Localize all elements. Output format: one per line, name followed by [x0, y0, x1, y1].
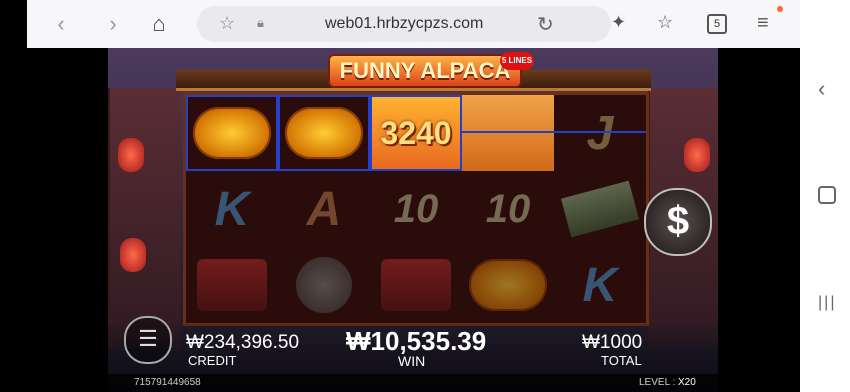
total-value: ₩1000 [582, 332, 643, 353]
spin-button[interactable]: $ [644, 188, 712, 256]
tab-count: 5 [713, 18, 721, 30]
left-lantern [118, 138, 144, 172]
left-lantern-2 [120, 238, 146, 272]
credit-value: ₩234,396.50 [186, 332, 300, 353]
star-icon[interactable]: ☆ [219, 13, 235, 34]
symbol-10: 10 [370, 171, 462, 247]
firecracker-icon [381, 259, 451, 311]
system-home-icon[interactable] [818, 186, 836, 204]
win-highlight-1 [186, 95, 278, 171]
lantern-icon [469, 259, 547, 311]
notification-dot [777, 6, 783, 12]
browser-toolbar: ‹ › ⌂ ☆ 🔒︎ web01.hrbzycpzs.com ↻ ✦ ☆ 5 ≡ [27, 0, 800, 48]
home-icon[interactable]: ⌂ [147, 12, 171, 36]
firecracker-icon [197, 259, 267, 311]
reel-5: J K [554, 95, 646, 323]
sparkle-icon[interactable]: ✦ [611, 12, 626, 33]
symbol-k: K [186, 171, 278, 247]
alpaca-silhouette-icon [462, 95, 554, 171]
tabs-button[interactable]: 5 [707, 14, 727, 34]
reel-4: 10 [462, 95, 554, 323]
symbol-a-label: A [306, 182, 342, 236]
round-id: 715791449658 [134, 377, 201, 388]
win-highlight-2 [278, 95, 370, 171]
footer-bar: 715791449658 LEVEL : X20 [108, 374, 718, 392]
symbol-lantern [462, 247, 554, 323]
symbol-a: A [278, 171, 370, 247]
bookmarks-icon[interactable]: ☆ [657, 12, 673, 33]
left-building [108, 88, 180, 348]
symbol-pagoda [462, 95, 554, 171]
symbol-j: J [554, 95, 646, 171]
level-value: X20 [678, 377, 696, 388]
total-label: TOTAL [601, 353, 642, 368]
system-recents-icon[interactable]: ||| [818, 294, 836, 312]
level-label: LEVEL : [639, 377, 676, 388]
lock-icon: 🔒︎ [257, 15, 264, 30]
payline [462, 131, 646, 133]
symbol-10-label: 10 [393, 186, 439, 231]
symbol-10-label: 10 [485, 186, 531, 231]
forward-icon[interactable]: › [101, 12, 125, 36]
symbol-gong [278, 247, 370, 323]
symbol-k: K [554, 247, 646, 323]
gong-icon [296, 257, 352, 313]
slot-game: FUNNY ALPACA 5 LINES K A 3240 10 10 J K … [108, 48, 718, 392]
win-label: WIN [398, 353, 426, 369]
reload-icon[interactable]: ↻ [537, 12, 554, 37]
credit-label: CREDIT [188, 353, 237, 368]
system-nav-bar: ‹ ||| [800, 0, 850, 392]
lines-badge: 5 LINES [500, 52, 534, 70]
right-lantern [684, 138, 710, 172]
menu-icon[interactable]: ≡ [757, 12, 769, 35]
reel-grid: K A 3240 10 10 J K [183, 92, 649, 326]
menu-button[interactable]: ☰ [124, 316, 172, 364]
money-icon [561, 180, 639, 238]
symbol-firecracker [186, 247, 278, 323]
game-title: FUNNY ALPACA [328, 54, 522, 88]
back-icon[interactable]: ‹ [49, 12, 73, 36]
symbol-10: 10 [462, 171, 554, 247]
win-highlight-3 [370, 95, 462, 171]
symbol-firecracker [370, 247, 462, 323]
symbol-money [554, 171, 646, 247]
symbol-k-label: K [214, 182, 250, 236]
system-back-icon[interactable]: ‹ [818, 76, 825, 102]
address-bar[interactable]: ☆ 🔒︎ web01.hrbzycpzs.com ↻ [197, 6, 611, 42]
symbol-j-label: J [586, 106, 614, 160]
symbol-k-label: K [582, 258, 618, 312]
url-text[interactable]: web01.hrbzycpzs.com [325, 15, 483, 33]
